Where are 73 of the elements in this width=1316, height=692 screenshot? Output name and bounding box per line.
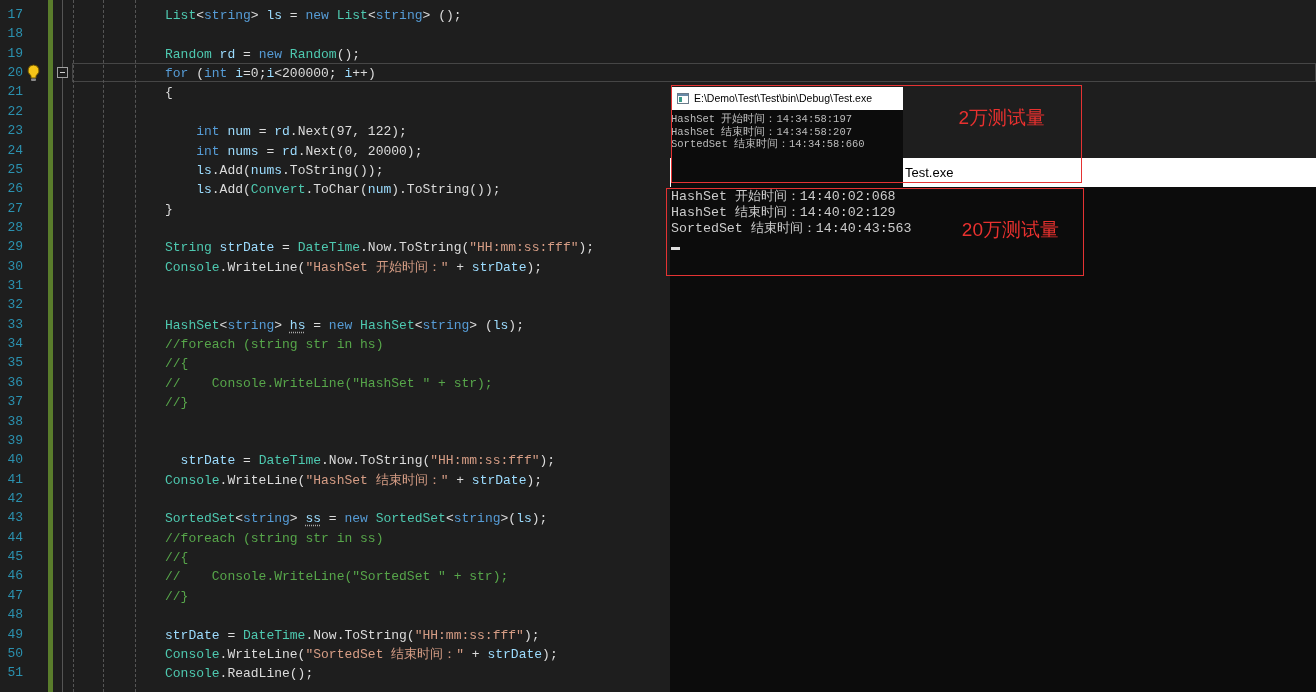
code-line: for (int i=0;i<200000; i++)	[165, 66, 376, 82]
line-number: 32	[6, 296, 23, 315]
console-line: HashSet 开始时间：14:40:02:068	[671, 189, 896, 205]
code-line: int num = rd.Next(97, 122);	[195, 124, 407, 140]
code-line: {	[165, 85, 173, 101]
line-number: 44	[6, 528, 23, 547]
code-line: int nums = rd.Next(0, 20000);	[195, 143, 423, 159]
line-number: 45	[6, 548, 23, 567]
line-number: 31	[6, 277, 23, 296]
line-number: 21	[6, 83, 23, 102]
code-line: // Console.WriteLine("SortedSet " + str);	[165, 569, 509, 585]
annotation-label: 20万测试量	[961, 218, 1059, 242]
line-number: 27	[6, 199, 23, 218]
line-number: 36	[6, 373, 23, 392]
line-number: 49	[6, 625, 23, 644]
code-line: //{	[165, 356, 189, 372]
line-number: 37	[6, 393, 23, 412]
line-number: 39	[6, 431, 23, 450]
code-line: String strDate = DateTime.Now.ToString("HH:mm:ss:fff");	[165, 240, 595, 256]
line-number: 24	[6, 141, 23, 160]
line-number: 47	[6, 586, 23, 605]
code-line: //foreach (string str in ss)	[165, 530, 384, 546]
code-line: List<string> ls = new List<string> ();	[165, 8, 462, 23]
code-line: //}	[165, 395, 189, 411]
line-number: 50	[6, 644, 23, 663]
code-line: SortedSet<string> ss = new SortedSet<string>(ls);	[165, 511, 548, 527]
line-number: 19	[6, 44, 23, 63]
line-number: 23	[6, 122, 23, 141]
line-number: 38	[6, 412, 23, 431]
line-number: 17	[6, 6, 23, 24]
console-line: SortedSet 结束时间：14:40:43:563	[671, 221, 912, 237]
line-number: 18	[6, 25, 23, 44]
line-number: 42	[6, 490, 23, 508]
lightbulb-icon[interactable]	[27, 63, 40, 82]
code-line: ls.Add(Convert.ToChar(num).ToString());	[195, 182, 501, 198]
line-number: 22	[6, 102, 23, 121]
code-line: strDate = DateTime.Now.ToString("HH:mm:ss:fff");	[165, 627, 540, 643]
code-line: // Console.WriteLine("HashSet " + str);	[165, 375, 493, 391]
code-line: //{	[165, 550, 189, 566]
code-line: Console.ReadLine();	[165, 666, 314, 682]
line-number: 35	[6, 354, 23, 373]
console-line: HashSet 结束时间：14:40:02:129	[671, 205, 896, 221]
console-app-icon	[677, 93, 689, 104]
console-line: HashSet 开始时间：14:34:58:197	[671, 113, 853, 126]
code-line: HashSet<string> hs = new HashSet<string> (ls);	[165, 317, 524, 333]
line-number: 29	[6, 238, 23, 257]
code-line: //}	[165, 588, 189, 604]
line-number: 25	[6, 160, 23, 179]
console-line: HashSet 结束时间：14:34:58:207	[671, 125, 853, 138]
line-number: 20	[6, 64, 23, 83]
console-line: SortedSet 结束时间：14:34:58:660	[671, 138, 865, 151]
code-line: Random rd = new Random();	[165, 46, 361, 62]
collapse-icon[interactable]	[57, 67, 68, 79]
code-line: ls.Add(nums.ToString());	[195, 162, 384, 178]
line-number: 43	[6, 509, 23, 528]
code-line: //foreach (string str in hs)	[165, 337, 384, 353]
annotation-label: 2万测试量	[958, 106, 1045, 130]
code-line: Console.WriteLine("HashSet 开始时间：" + strDate);	[165, 259, 543, 275]
line-number: 41	[6, 470, 23, 489]
code-line: Console.WriteLine("SortedSet 结束时间：" + strDate);	[165, 646, 558, 662]
line-number: 28	[6, 218, 23, 237]
code-line: strDate = DateTime.Now.ToString("HH:mm:ss:fff");	[179, 453, 556, 469]
line-number: 26	[6, 180, 23, 199]
line-number: 46	[6, 567, 23, 586]
line-number: 33	[6, 315, 23, 334]
line-number: 30	[6, 257, 23, 276]
window-title: E:\Demo\Test\Test\bin\Debug\Test.exe	[694, 90, 872, 106]
line-number: 34	[6, 335, 23, 354]
line-number: 51	[6, 664, 23, 683]
line-number: 48	[6, 606, 23, 625]
code-line: Console.WriteLine("HashSet 结束时间：" + strDate);	[165, 472, 543, 488]
line-number: 40	[6, 451, 23, 470]
code-line: }	[165, 201, 173, 217]
